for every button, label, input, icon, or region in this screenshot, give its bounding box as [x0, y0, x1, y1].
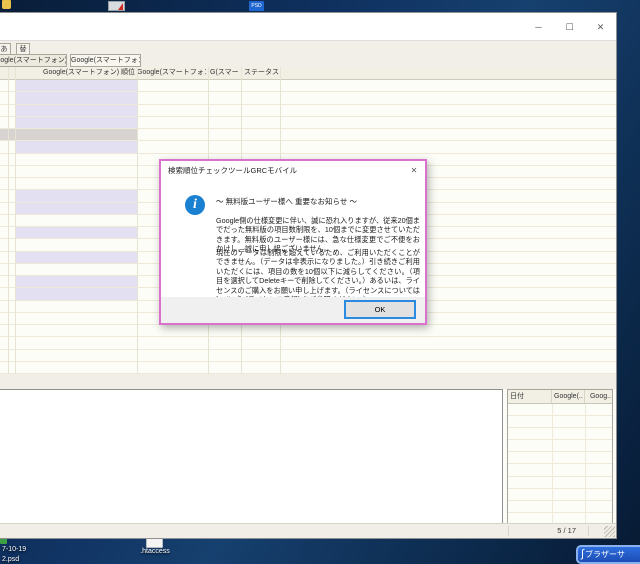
table-row[interactable] [508, 489, 612, 501]
page-indicator: 5 / 17 [557, 526, 576, 535]
table-row[interactable] [0, 104, 616, 117]
desktop-htaccess-label: .htaccess [140, 548, 170, 555]
table-row[interactable] [0, 362, 616, 374]
dialog-body: i ～ 無料版ユーザー様へ 重要なお知らせ ～ Google側の仕様変更に伴い、… [161, 181, 425, 304]
dialog-title: 検索順位チェックツールGRCモバイル [168, 166, 298, 175]
dialog-footer: OK [161, 297, 425, 323]
history-header-row: 日付 Google(.. Goog.. [508, 390, 612, 404]
table-row[interactable] [0, 337, 616, 350]
brother-support-gadget[interactable]: ∫ブラザーサ [576, 545, 640, 564]
history-column-google1[interactable]: Google(.. [552, 390, 585, 403]
image-file-red-mark-icon [118, 3, 123, 10]
notice-dialog: 検索順位チェックツールGRCモバイル ✕ i ～ 無料版ユーザー様へ 重要なお知… [159, 159, 427, 325]
column-header-rank[interactable]: Google(スマートフォン) 順位 [15, 67, 135, 80]
panel-splitter[interactable] [0, 374, 616, 389]
status-bar: 5 / 17 [0, 523, 616, 538]
table-row[interactable] [0, 141, 616, 154]
minimize-button[interactable]: ─ [523, 13, 554, 41]
table-row[interactable] [0, 80, 616, 93]
maximize-button[interactable]: ☐ [554, 13, 585, 41]
column-header-row: Google(スマートフォン) 順位 Google(スマートフォン) 変化 G(… [0, 67, 616, 80]
table-row[interactable] [508, 416, 612, 429]
ok-button[interactable]: OK [344, 300, 416, 319]
table-row[interactable] [0, 129, 616, 142]
column-header-change[interactable]: Google(スマートフォン) 変化 [137, 67, 206, 80]
table-row[interactable] [508, 404, 612, 417]
table-row[interactable] [508, 477, 612, 489]
tab-google-smartphone-history[interactable]: Google(スマートフォン)履歴 [0, 54, 67, 67]
column-header-status[interactable]: ステータス [244, 67, 282, 80]
desktop-psd-label-line1: 7-10-19 [2, 546, 27, 553]
desktop-image-file-icon[interactable] [108, 1, 125, 11]
table-row[interactable] [0, 116, 616, 129]
title-bar[interactable]: ─ ☐ ✕ [0, 13, 616, 41]
table-row[interactable] [0, 92, 616, 105]
dialog-close-icon[interactable]: ✕ [407, 164, 421, 178]
table-row[interactable] [0, 350, 616, 362]
table-row[interactable] [508, 501, 612, 513]
column-header-g[interactable]: G(スマートフ.. [210, 67, 240, 80]
table-row[interactable] [0, 325, 616, 338]
history-panel: 日付 Google(.. Goog.. [507, 389, 613, 525]
desktop-psd-file-icon[interactable]: PSD [249, 1, 264, 11]
desktop-folder-icon[interactable] [2, 0, 11, 9]
history-table[interactable] [508, 404, 612, 525]
detail-text-panel[interactable] [0, 389, 503, 525]
history-column-google2[interactable]: Goog.. [585, 390, 612, 403]
tab-bar: Google(スマートフォン)履歴 Google(スマートフォン)詳細 [0, 54, 616, 67]
close-button[interactable]: ✕ [585, 13, 616, 41]
history-column-date[interactable]: 日付 [508, 390, 552, 403]
dialog-paragraph-2: 現在のデータは制限を超えているため、ご利用いただくことができません。（データは非… [216, 248, 420, 304]
brother-logo-icon: ∫ [581, 548, 585, 560]
table-row[interactable] [508, 464, 612, 477]
window-controls: ─ ☐ ✕ [523, 13, 616, 41]
tab-google-smartphone-detail[interactable]: Google(スマートフォン)詳細 [70, 54, 141, 67]
dialog-title-bar[interactable]: 検索順位チェックツールGRCモバイル ✕ [161, 161, 425, 181]
table-row[interactable] [508, 452, 612, 465]
desktop-psd-label-line2: 2.psd [2, 556, 20, 563]
table-row[interactable] [508, 428, 612, 441]
info-icon: i [185, 195, 205, 215]
table-row[interactable] [508, 440, 612, 453]
resize-grip-icon[interactable] [604, 526, 615, 537]
brother-gadget-label: ブラザーサ [585, 550, 625, 559]
dialog-heading: ～ 無料版ユーザー様へ 重要なお知らせ ～ [216, 197, 357, 206]
